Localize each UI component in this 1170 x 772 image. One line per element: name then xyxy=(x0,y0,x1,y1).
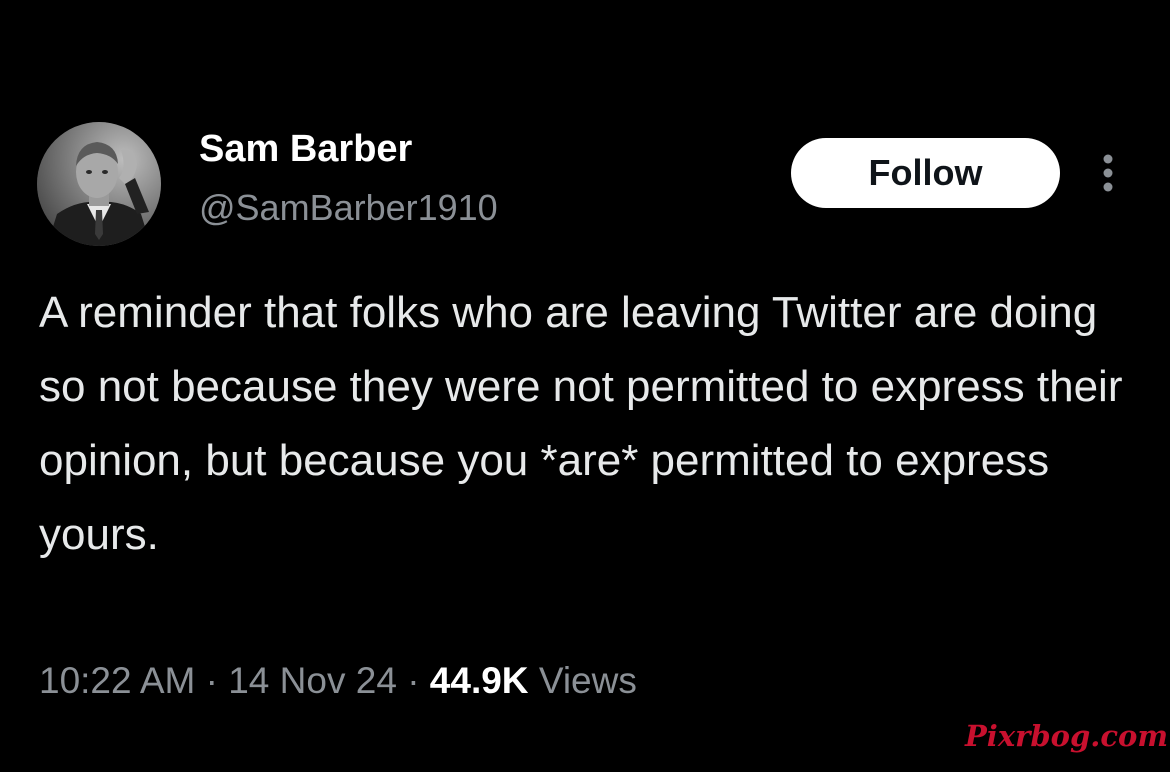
author-name[interactable]: Sam Barber xyxy=(199,130,412,168)
views-count: 44.9K xyxy=(429,660,529,701)
more-options-button[interactable] xyxy=(1093,150,1123,196)
tweet-text: A reminder that folks who are leaving Tw… xyxy=(39,288,1123,559)
tweet-date[interactable]: 14 Nov 24 xyxy=(228,660,397,701)
tweet-meta: 10:22 AM · 14 Nov 24 · 44.9K Views xyxy=(39,662,637,699)
follow-button[interactable]: Follow xyxy=(791,138,1060,208)
tweet-time[interactable]: 10:22 AM xyxy=(39,660,195,701)
author-handle[interactable]: @SamBarber1910 xyxy=(199,190,498,226)
watermark: Pixrbog.com xyxy=(965,719,1169,753)
views-label: Views xyxy=(538,660,637,701)
meta-separator: · xyxy=(205,660,218,701)
more-vertical-icon xyxy=(1103,154,1113,192)
avatar-portrait-image xyxy=(37,122,161,246)
meta-separator: · xyxy=(407,660,420,701)
avatar[interactable] xyxy=(37,122,161,246)
